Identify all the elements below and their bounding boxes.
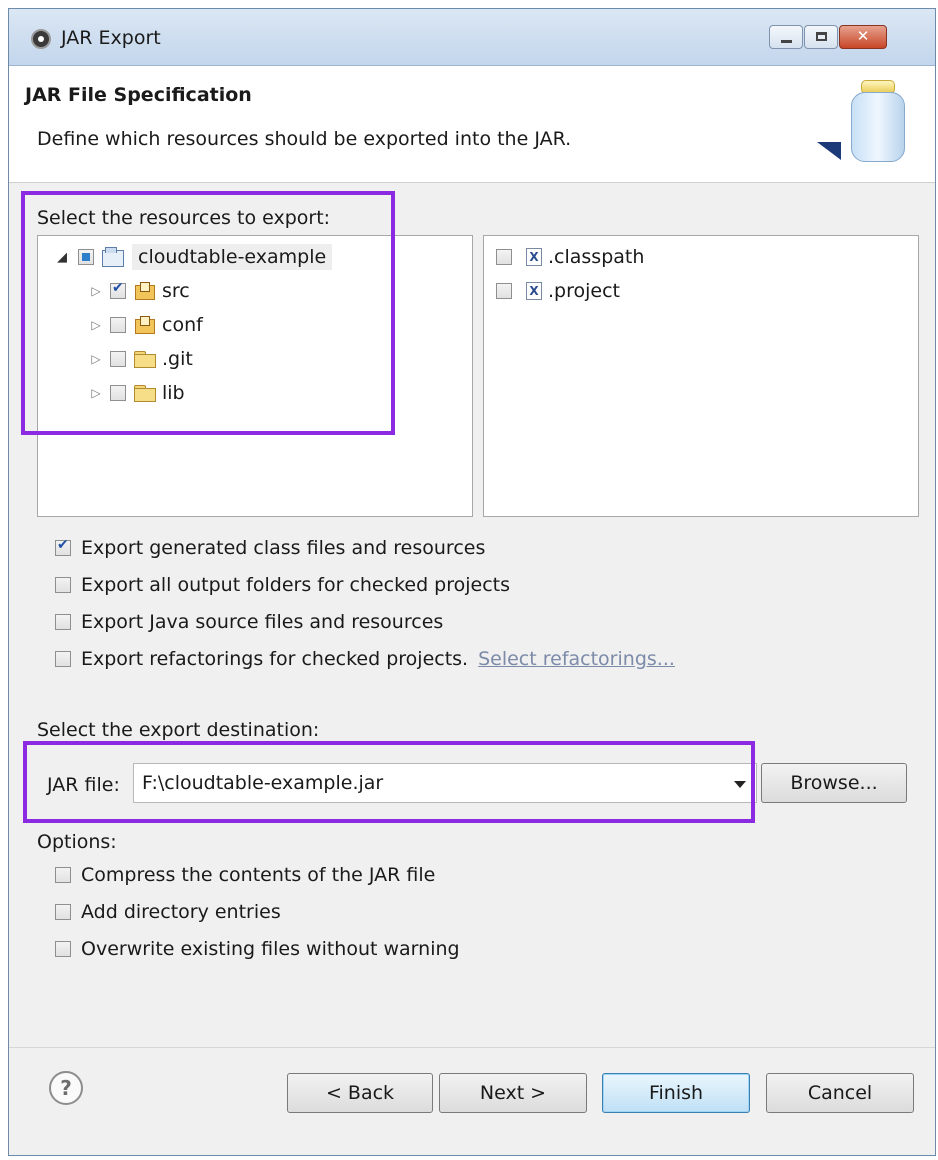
dropdown-arrow-icon[interactable] [734,781,746,788]
option-label: Add directory entries [81,901,281,923]
folder-icon [134,351,156,368]
jar-file-combo[interactable]: F:\cloudtable-example.jar [133,763,757,803]
project-folder-icon [102,247,126,267]
title-bar: JAR Export [9,9,935,66]
cancel-button[interactable]: Cancel [766,1073,914,1113]
option-label: Compress the contents of the JAR file [81,864,436,886]
option-checkbox[interactable] [55,537,71,556]
browse-button[interactable]: Browse... [761,763,907,803]
package-folder-icon [134,316,156,334]
footer-separator [9,1047,935,1048]
file-item[interactable]: X .project [496,276,620,306]
jar-option[interactable]: Compress the contents of the JAR file [55,860,435,890]
jar-icon [847,80,909,166]
option-checkbox[interactable] [55,614,71,630]
folder-icon [134,385,156,402]
tree-item[interactable]: ▷ src [86,276,190,306]
option-checkbox[interactable] [55,941,71,957]
file-item-label: .classpath [548,246,645,268]
minimize-button[interactable] [769,25,803,49]
export-option[interactable]: Export refactorings for checked projects… [55,644,675,674]
back-button[interactable]: < Back [287,1073,433,1113]
tree-item-label: lib [162,382,185,404]
file-item[interactable]: X .classpath [496,242,644,272]
export-option[interactable]: Export Java source files and resources [55,607,443,637]
expand-arrow-icon[interactable]: ▷ [86,284,106,298]
eclipse-icon [31,29,51,49]
file-checkbox[interactable] [496,249,512,265]
window-title: JAR Export [61,27,161,49]
option-checkbox[interactable] [55,904,71,920]
tree-item[interactable]: ◢ cloudtable-example [52,242,333,272]
tree-item[interactable]: ▷ conf [86,310,203,340]
jar-export-window: JAR Export JAR File Specification Define… [8,8,936,1156]
destination-label: Select the export destination: [37,719,320,741]
option-label: Export all output folders for checked pr… [81,574,511,596]
option-label: Export Java source files and resources [81,611,444,633]
xml-file-icon: X [526,248,542,266]
jar-option[interactable]: Add directory entries [55,897,281,927]
next-button[interactable]: Next > [439,1073,587,1113]
option-checkbox[interactable] [55,651,71,667]
tree-checkbox[interactable] [78,249,94,265]
wizard-header: JAR File Specification Define which reso… [9,66,935,183]
expand-arrow-icon[interactable]: ▷ [86,318,106,332]
tree-checkbox[interactable] [110,385,126,401]
tree-item-label: src [162,280,190,302]
resource-tree-panel[interactable]: ◢ cloudtable-example ▷ src ▷ conf ▷ [37,235,473,517]
help-icon[interactable]: ? [49,1071,83,1105]
close-button[interactable] [839,25,887,49]
wizard-banner-corner [817,142,841,160]
options-label: Options: [37,831,117,853]
xml-file-icon: X [526,282,542,300]
option-checkbox[interactable] [55,867,71,883]
tree-item-label: cloudtable-example [132,244,333,270]
jar-file-label: JAR file: [47,774,120,796]
tree-checkbox[interactable] [110,280,126,299]
option-label: Export generated class files and resourc… [81,537,486,559]
package-folder-icon [134,282,156,300]
option-label: Overwrite existing files without warning [81,938,460,960]
finish-button[interactable]: Finish [602,1073,750,1113]
option-checkbox[interactable] [55,577,71,593]
select-refactorings-link[interactable]: Select refactorings... [478,648,675,670]
page-description: Define which resources should be exporte… [37,128,572,150]
export-option[interactable]: Export generated class files and resourc… [55,533,485,563]
resources-label: Select the resources to export: [37,207,331,229]
file-item-label: .project [548,280,620,302]
expand-arrow-icon[interactable]: ▷ [86,386,106,400]
wizard-content: Select the resources to export: ◢ cloudt… [9,183,935,1155]
tree-checkbox[interactable] [110,351,126,367]
maximize-button[interactable] [804,25,838,49]
export-option[interactable]: Export all output folders for checked pr… [55,570,510,600]
tree-checkbox[interactable] [110,317,126,333]
file-checkbox[interactable] [496,283,512,299]
option-label: Export refactorings for checked projects… [81,648,469,670]
tree-item-label: .git [162,348,193,370]
page-title: JAR File Specification [25,84,252,106]
tree-item[interactable]: ▷ lib [86,378,185,408]
expand-arrow-icon[interactable]: ▷ [86,352,106,366]
tree-item-label: conf [162,314,203,336]
collapse-arrow-icon[interactable]: ◢ [52,250,72,265]
tree-item[interactable]: ▷ .git [86,344,193,374]
jar-option[interactable]: Overwrite existing files without warning [55,934,460,964]
resource-files-panel[interactable]: X .classpath X .project [483,235,919,517]
jar-file-value: F:\cloudtable-example.jar [142,772,384,794]
